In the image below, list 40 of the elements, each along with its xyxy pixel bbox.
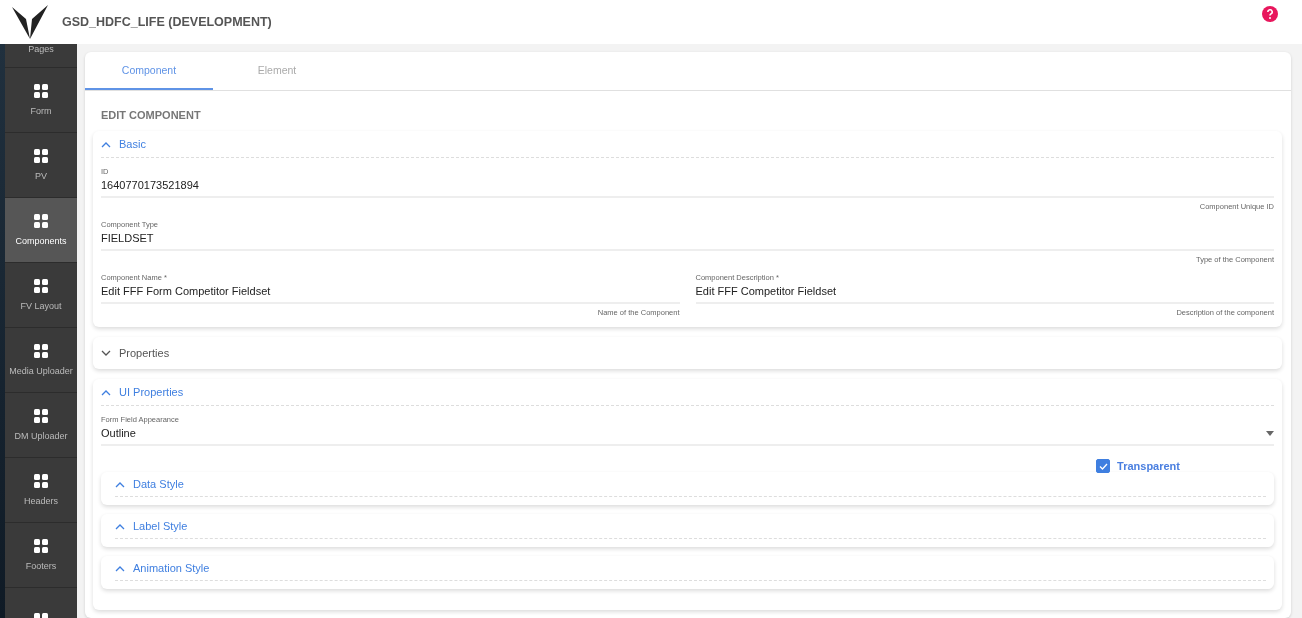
section-heading: EDIT COMPONENT (100, 109, 201, 121)
sidebar-item[interactable]: Components (5, 198, 77, 263)
sidebar-item[interactable]: Media Uploader (5, 328, 77, 393)
chevron-up-icon (101, 140, 111, 148)
checkmark-icon (1098, 462, 1108, 470)
sidebar-item[interactable]: Form (5, 68, 77, 133)
help-icon[interactable] (1262, 6, 1278, 22)
text-field[interactable]: Edit FFF Form Competitor Fieldset (101, 282, 680, 304)
tab[interactable]: Component (85, 52, 213, 90)
grid-icon (34, 538, 48, 553)
section-header[interactable]: Data Style (115, 472, 1266, 496)
grid-icon (34, 408, 48, 423)
sidebar-item[interactable]: Pages (5, 44, 77, 68)
grid-icon (34, 278, 48, 293)
logo-icon (12, 5, 48, 39)
sidebar-item[interactable]: FV Layout (5, 263, 77, 328)
chevron-up-icon (115, 522, 125, 530)
dropdown-caret-icon (1266, 430, 1274, 436)
sidebar-item[interactable]: Headers (5, 458, 77, 523)
section-header[interactable]: Basic (101, 131, 1274, 157)
grid-icon (34, 213, 48, 228)
grid-icon (34, 473, 48, 488)
grid-icon (34, 148, 48, 163)
app-title: GSD_HDFC_LIFE (DEVELOPMENT) (62, 15, 272, 29)
grid-icon (34, 343, 48, 358)
chevron-down-icon (101, 349, 111, 357)
grid-icon (34, 83, 48, 98)
section-header[interactable]: Label Style (115, 514, 1266, 538)
chevron-up-icon (101, 388, 111, 396)
chevron-up-icon (115, 480, 125, 488)
sidebar-item[interactable]: Footers (5, 523, 77, 588)
text-field[interactable]: 1640770173521894 (101, 176, 1274, 198)
sidebar-item[interactable]: DM Uploader (5, 393, 77, 458)
section-header[interactable]: Properties (101, 337, 1274, 369)
select-field[interactable]: Outline (101, 424, 1274, 446)
text-field[interactable]: Edit FFF Competitor Fieldset (695, 282, 1274, 304)
chevron-up-icon (115, 564, 125, 572)
section-header[interactable]: Animation Style (115, 556, 1266, 580)
text-field[interactable]: FIELDSET (101, 229, 1274, 251)
section-header[interactable]: UI Properties (101, 379, 1274, 405)
